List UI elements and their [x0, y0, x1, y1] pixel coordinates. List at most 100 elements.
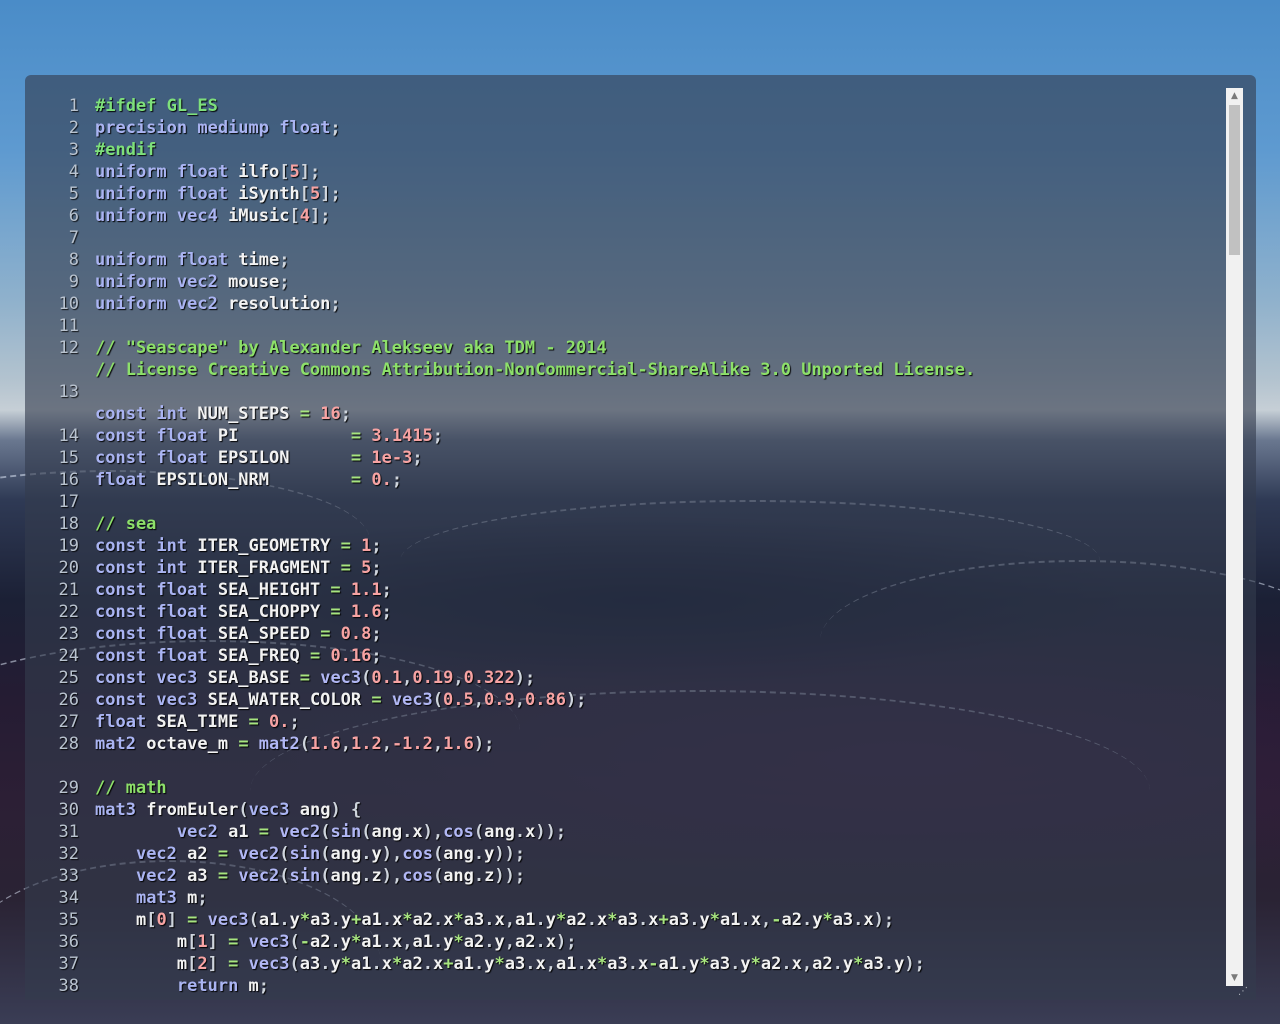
code-line[interactable]: 15 const float EPSILON = 1e-3;: [25, 447, 423, 469]
code-token: .: [740, 910, 751, 930]
code-token: sin: [289, 866, 321, 886]
code-token: m: [248, 976, 259, 996]
code-token: =: [299, 404, 321, 424]
code-token: ang: [330, 844, 362, 864]
code-line[interactable]: 38 return m;: [25, 975, 270, 997]
code-line[interactable]: 21 const float SEA_HEIGHT = 1.1;: [25, 579, 392, 601]
triangle-down-icon[interactable]: ▼: [1226, 970, 1243, 986]
code-line[interactable]: 8 uniform float time;: [25, 249, 290, 271]
code-line[interactable]: 33 vec2 a3 = vec2(sin(ang.z),cos(ang.z))…: [25, 865, 526, 887]
code-token: a3: [709, 954, 731, 974]
code-token: 4: [299, 206, 310, 226]
code-token: SEA_WATER_COLOR: [207, 690, 372, 710]
code-line[interactable]: 17: [25, 491, 79, 513]
code-line[interactable]: 1 #ifdef GL_ES: [25, 95, 218, 117]
code-token: m: [187, 888, 198, 908]
code-token: vec3: [248, 800, 300, 820]
code-text: m[1] = vec3(-a2.y*a1.x,a1.y*a2.y,a2.x);: [95, 931, 577, 953]
code-line[interactable]: 26 const vec3 SEA_WATER_COLOR = vec3(0.5,…: [25, 689, 587, 711]
code-line[interactable]: 30 mat3 fromEuler(vec3 ang) {: [25, 799, 362, 821]
code-token: (: [432, 866, 444, 886]
code-token: y: [443, 932, 454, 952]
code-token: cos: [402, 844, 433, 864]
code-token: *: [556, 910, 567, 930]
resize-grip-icon[interactable]: ⋰: [1238, 986, 1252, 998]
code-token: 2: [197, 954, 208, 974]
code-line[interactable]: 28 mat2 octave_m = mat2(1.6,1.2,-1.2,1.6)…: [25, 733, 495, 755]
code-line[interactable]: 9 uniform vec2 mouse;: [25, 271, 290, 293]
code-line[interactable]: 35 m[0] = vec3(a1.y*a3.y+a1.x*a2.x*a3.x,…: [25, 909, 895, 931]
code-token: (: [432, 690, 444, 710]
code-token: =: [350, 448, 372, 468]
code-line[interactable]: 6 uniform vec4 iMusic[4];: [25, 205, 331, 227]
code-token: uniform float: [95, 250, 239, 270]
code-line[interactable]: const int NUM_STEPS = 16;: [25, 403, 351, 425]
code-line[interactable]: 22 const float SEA_CHOPPY = 1.6;: [25, 601, 392, 623]
code-token: =: [350, 426, 372, 446]
code-text: const float SEA_FREQ = 0.16;: [95, 645, 382, 667]
code-text: vec2 a2 = vec2(sin(ang.y),cos(ang.y));: [95, 843, 525, 865]
code-line[interactable]: // License Creative Commons Attribution-…: [25, 359, 975, 381]
code-token: .: [381, 932, 393, 952]
code-token: m: [95, 910, 147, 930]
code-line[interactable]: 23 const float SEA_SPEED = 0.8;: [25, 623, 382, 645]
code-line[interactable]: 10 uniform vec2 resolution;: [25, 293, 341, 315]
code-token: ),: [381, 866, 403, 886]
code-token: const vec3: [95, 690, 208, 710]
code-token: #endif: [95, 140, 157, 160]
code-text: const int ITER_FRAGMENT = 5;: [95, 557, 382, 579]
code-token: 1.6: [310, 734, 341, 754]
code-token: uniform vec4: [95, 206, 229, 226]
code-token: float: [95, 712, 157, 732]
code-token: 0.: [371, 470, 392, 490]
code-line[interactable]: 4 uniform float ilfo[5];: [25, 161, 320, 183]
code-token: (: [279, 844, 290, 864]
triangle-up-icon[interactable]: ▲: [1226, 88, 1243, 104]
code-token: vec2: [238, 844, 280, 864]
code-line[interactable]: 20 const int ITER_FRAGMENT = 5;: [25, 557, 382, 579]
code-line[interactable]: 7: [25, 227, 79, 249]
code-line[interactable]: 25 const vec3 SEA_BASE = vec3(0.1,0.19,0.…: [25, 667, 536, 689]
code-token: ];: [320, 184, 341, 204]
code-line[interactable]: 24 const float SEA_FREQ = 0.16;: [25, 645, 382, 667]
code-token: -: [771, 910, 782, 930]
code-token: y: [740, 954, 751, 974]
code-line[interactable]: 12 // "Seascape" by Alexander Alekseev ak…: [25, 337, 607, 359]
code-line[interactable]: 37 m[2] = vec3(a3.y*a1.x*a2.x+a1.y*a3.x,…: [25, 953, 925, 975]
code-line[interactable]: 5 uniform float iSynth[5];: [25, 183, 341, 205]
code-line[interactable]: [25, 755, 79, 777]
code-token: a1: [228, 822, 259, 842]
code-line[interactable]: 18 // sea: [25, 513, 157, 535]
code-token: mat3: [95, 800, 147, 820]
code-token: ;: [371, 624, 382, 644]
code-token: a2: [781, 910, 802, 930]
code-line[interactable]: 3 #endif: [25, 139, 157, 161]
code-line[interactable]: 2 precision mediump float;: [25, 117, 341, 139]
code-token: x: [392, 910, 403, 930]
line-number: 33: [58, 866, 79, 886]
code-token: .: [730, 954, 741, 974]
code-text: uniform float time;: [95, 249, 290, 271]
code-token: y: [340, 932, 352, 952]
code-line[interactable]: 31 vec2 a1 = vec2(sin(ang.x),cos(ang.x))…: [25, 821, 567, 843]
code-line[interactable]: 36 m[1] = vec3(-a2.y*a1.x,a1.y*a2.y,a2.x…: [25, 931, 577, 953]
code-token: x: [545, 932, 556, 952]
code-token: *: [453, 910, 464, 930]
code-token: vec3: [207, 910, 249, 930]
code-line[interactable]: 14 const float PI = 3.1415;: [25, 425, 444, 447]
code-line[interactable]: 29 // math: [25, 777, 167, 799]
line-number: 15: [58, 448, 79, 468]
code-line[interactable]: 27 float SEA_TIME = 0.;: [25, 711, 300, 733]
code-line[interactable]: 16 float EPSILON_NRM = 0.;: [25, 469, 403, 491]
vertical-scrollbar[interactable]: ▲ ▼: [1226, 88, 1243, 986]
code-token: a1: [555, 954, 577, 974]
code-editor[interactable]: 1 #ifdef GL_ES 2 precision mediump float; 3 #…: [25, 75, 1256, 1000]
code-token: vec2: [279, 822, 321, 842]
scroll-thumb[interactable]: [1229, 105, 1240, 255]
code-line[interactable]: 19 const int ITER_GEOMETRY = 1;: [25, 535, 382, 557]
code-line[interactable]: 34 mat3 m;: [25, 887, 208, 909]
code-line[interactable]: 13: [25, 381, 79, 403]
code-line[interactable]: 32 vec2 a2 = vec2(sin(ang.y),cos(ang.y))…: [25, 843, 526, 865]
line-number: 8: [68, 250, 79, 270]
code-line[interactable]: 11: [25, 315, 79, 337]
